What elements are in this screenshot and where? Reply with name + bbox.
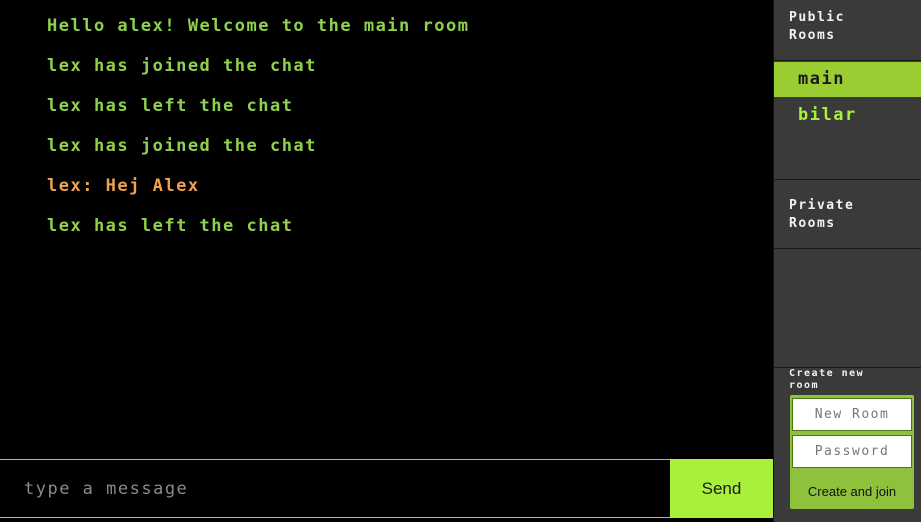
private-rooms-title: Private Rooms: [789, 198, 855, 231]
room-item-bilar[interactable]: bilar: [774, 98, 921, 133]
room-password-input[interactable]: [792, 435, 912, 468]
message-item: lex has left the chat: [47, 216, 294, 236]
message-composer: Send: [0, 459, 773, 518]
rooms-sidebar: Public Rooms main bilar Private Rooms Cr…: [773, 0, 921, 522]
message-item-user: lex: Hej Alex: [47, 176, 200, 196]
divider: [774, 179, 921, 180]
message-input[interactable]: [0, 460, 670, 517]
message-item: lex has joined the chat: [47, 136, 317, 156]
divider: [774, 248, 921, 249]
create-room-form: Create and join: [790, 395, 914, 509]
public-rooms-title: Public Rooms: [789, 10, 845, 43]
chat-panel: Hello alex! Welcome to the main room lex…: [0, 0, 773, 459]
new-room-input[interactable]: [792, 398, 912, 431]
create-room-title: Create new room: [789, 368, 865, 391]
message-item: Hello alex! Welcome to the main room: [47, 16, 470, 36]
chat-app: Hello alex! Welcome to the main room lex…: [0, 0, 921, 522]
send-button[interactable]: Send: [670, 459, 773, 518]
message-item: lex has left the chat: [47, 96, 294, 116]
divider: [774, 60, 921, 61]
message-item: lex has joined the chat: [47, 56, 317, 76]
message-list: Hello alex! Welcome to the main room lex…: [0, 0, 773, 252]
create-and-join-button[interactable]: Create and join: [790, 479, 914, 503]
room-item-main[interactable]: main: [774, 62, 921, 97]
